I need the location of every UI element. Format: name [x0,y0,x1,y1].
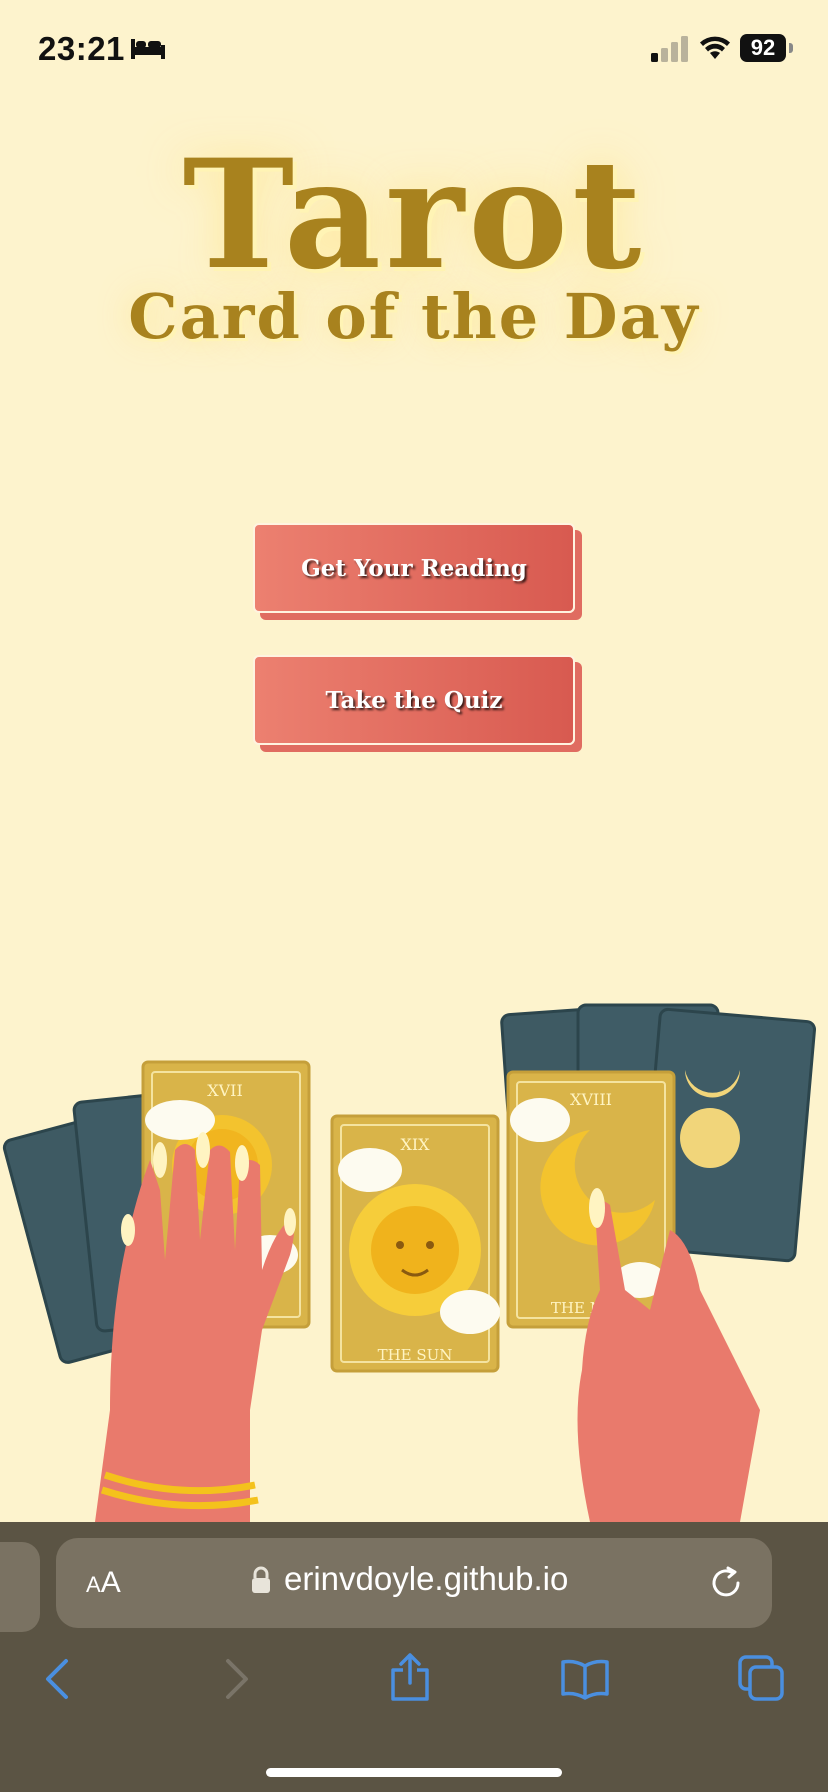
bookmarks-icon[interactable] [560,1658,610,1700]
status-bar: 23:21 92 [0,0,828,100]
back-icon[interactable] [42,1658,72,1700]
address-bar[interactable]: AA erinvdoyle.github.io [56,1538,772,1628]
home-indicator [266,1768,562,1777]
page-title: Tarot [182,127,646,303]
previous-tab-preview[interactable] [0,1542,40,1632]
cellular-signal-icon [651,36,688,62]
tarot-hands-illustration: XVII R XIX THE SUN XVIII THE M [2,1003,816,1522]
card-center-numeral: XIX [400,1135,430,1154]
share-icon[interactable] [389,1652,431,1702]
battery-indicator: 92 [740,34,786,62]
card-center-name: THE SUN [378,1346,453,1364]
title-block: Tarot Card of the Day [0,140,828,352]
page-subtitle: Card of the Day [128,280,700,353]
lock-icon [252,1566,270,1593]
card-left-numeral: XVII [207,1081,243,1100]
url-text: erinvdoyle.github.io [284,1560,569,1597]
battery-tip [789,43,793,53]
browser-toolbar: AA erinvdoyle.github.io [0,1522,828,1792]
aa-large-letter: A [100,1566,121,1599]
tarot-card-sun: XIX THE SUN [330,1114,500,1373]
forward-icon[interactable] [222,1658,252,1700]
take-quiz-button[interactable]: Take the Quiz [253,655,575,745]
get-reading-button[interactable]: Get Your Reading [253,523,575,613]
status-time: 23:21 [38,30,125,67]
aa-small-letter: A [86,1572,101,1597]
wifi-icon [700,36,730,59]
tabs-icon[interactable] [737,1654,785,1702]
reload-icon[interactable] [708,1565,744,1601]
sleep-focus-icon [131,39,165,59]
reader-settings-button[interactable]: AA [86,1566,121,1600]
card-right-numeral: XVIII [570,1090,612,1109]
